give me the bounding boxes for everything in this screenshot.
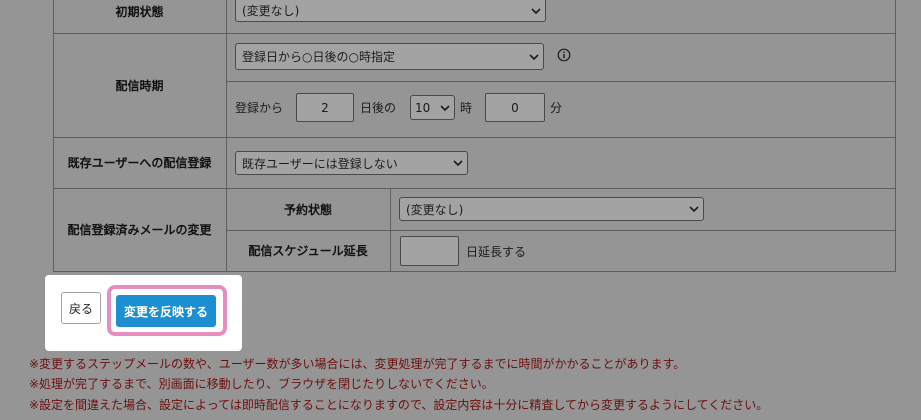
existing-users-select[interactable]: 既存ユーザーには登録しない xyxy=(235,151,468,175)
info-icon[interactable] xyxy=(557,48,571,62)
table-border-right xyxy=(895,0,896,272)
back-button[interactable]: 戻る xyxy=(61,292,101,324)
schedule-extend-input[interactable] xyxy=(400,236,459,266)
reservation-state-select[interactable]: (変更なし) xyxy=(399,197,704,221)
delivery-prefix-text: 登録から xyxy=(235,100,284,115)
chevron-down-icon xyxy=(440,104,450,111)
delivery-timing-mode-value: 登録日から○日後の○時指定 xyxy=(242,50,395,64)
minute-suffix-text: 分 xyxy=(550,100,563,115)
delivery-timing-label: 配信時期 xyxy=(115,78,164,93)
chevron-down-icon xyxy=(531,7,541,14)
table-border-bottom xyxy=(53,271,896,272)
hour-suffix-text: 時 xyxy=(460,100,473,115)
reservation-state-label: 予約状態 xyxy=(283,202,332,217)
schedule-extend-suffix: 日延長する xyxy=(466,244,527,259)
chevron-down-icon xyxy=(453,160,463,167)
days-input[interactable]: 2 xyxy=(296,93,354,122)
existing-users-value: 既存ユーザーには登録しない xyxy=(242,156,398,171)
days-suffix-text: 日後の xyxy=(360,100,397,115)
chevron-down-icon xyxy=(529,53,539,60)
chevron-down-icon xyxy=(689,206,699,213)
note-line: ※変更するステップメールの数や、ユーザー数が多い場合には、変更処理が完了するまで… xyxy=(29,357,686,371)
existing-users-label: 既存ユーザーへの配信登録 xyxy=(67,156,212,170)
schedule-extend-label: 配信スケジュール延長 xyxy=(248,244,368,258)
hour-select[interactable]: 10 xyxy=(410,95,455,120)
reservation-state-value: (変更なし) xyxy=(406,202,464,217)
row-divider xyxy=(226,81,896,82)
registered-change-label: 配信登録済みメールの変更 xyxy=(67,223,212,237)
note-line: ※設定を間違えた場合、設定によっては即時配信することになりますので、設定内容は十… xyxy=(29,398,769,412)
minute-input[interactable]: 0 xyxy=(485,93,545,122)
note-line: ※処理が完了するまで、別画面に移動したり、ブラウザを閉じたりしないでください。 xyxy=(29,377,494,391)
initial-state-label: 初期状態 xyxy=(115,4,164,19)
initial-state-value: (変更なし) xyxy=(242,4,300,18)
apply-changes-button[interactable]: 変更を反映する xyxy=(116,295,216,327)
initial-state-select[interactable]: (変更なし) xyxy=(235,0,546,22)
delivery-timing-mode-select[interactable]: 登録日から○日後の○時指定 xyxy=(235,43,544,70)
hour-value: 10 xyxy=(415,100,431,115)
